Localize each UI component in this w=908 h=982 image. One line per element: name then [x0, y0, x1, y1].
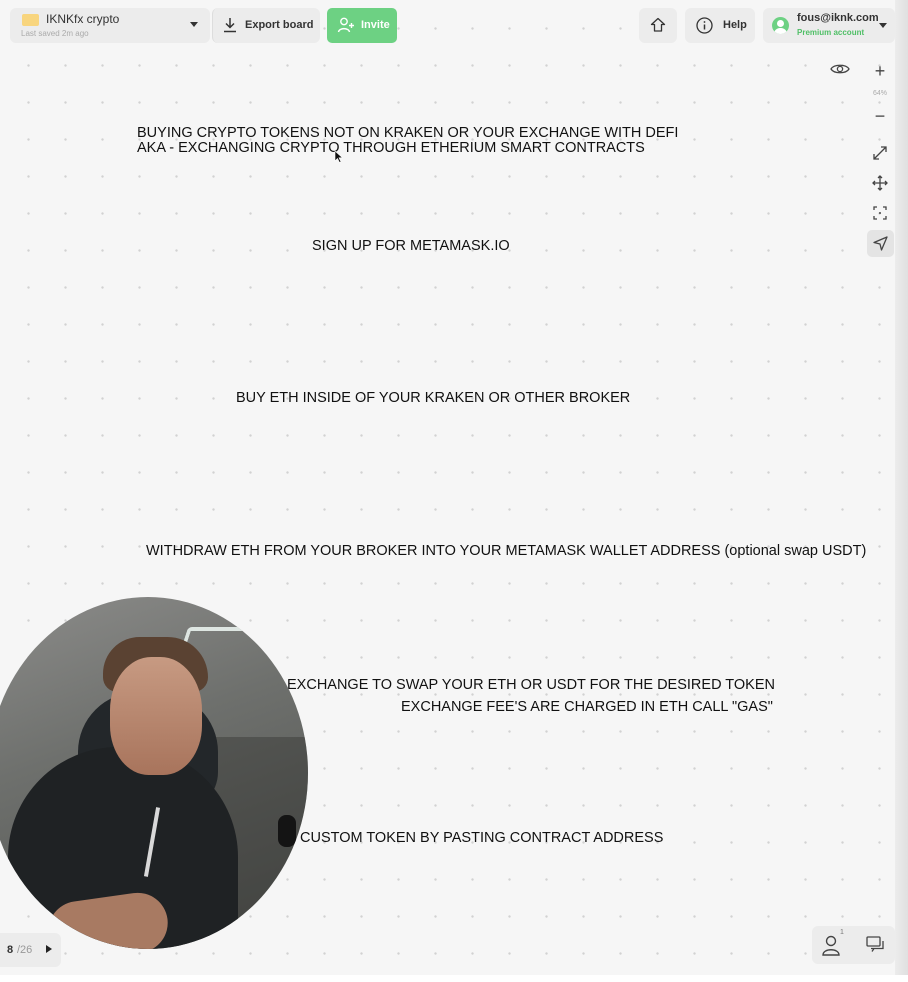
collaborator-count: 1: [840, 929, 844, 936]
export-board-button[interactable]: Export board: [212, 8, 320, 43]
chevron-down-icon[interactable]: [190, 22, 198, 27]
page-navigator[interactable]: 8 /26: [0, 933, 61, 967]
download-icon: [224, 18, 236, 33]
board-note[interactable]: BUY ETH INSIDE OF YOUR KRAKEN OR OTHER B…: [236, 391, 630, 406]
page-total: /26: [17, 944, 33, 956]
eye-icon[interactable]: [828, 57, 852, 81]
board-note-title[interactable]: BUYING CRYPTO TOKENS NOT ON KRAKEN OR YO…: [137, 126, 678, 156]
note-text: AKA - EXCHANGING CRYPTO THROUGH ETHERIUM…: [137, 140, 645, 156]
invite-button[interactable]: Invite: [327, 8, 397, 43]
avatar-icon: [772, 17, 789, 34]
invite-label: Invite: [361, 19, 390, 31]
account-menu[interactable]: fous@iknk.com Premium account: [763, 8, 895, 43]
board-name: IKNKfx crypto: [46, 12, 120, 26]
note-text: BUYING CRYPTO TOKENS NOT ON KRAKEN OR YO…: [137, 125, 679, 141]
mouse-cursor-icon: [334, 150, 343, 163]
export-board-label: Export board: [245, 19, 314, 31]
board-note[interactable]: SIGN UP FOR METAMASK.IO: [312, 239, 510, 254]
window-edge: [895, 0, 908, 975]
zoom-level: 64%: [872, 90, 887, 97]
board-note[interactable]: EXCHANGE FEE'S ARE CHARGED IN ETH CALL "…: [401, 700, 773, 715]
home-button[interactable]: [639, 8, 677, 43]
chevron-down-icon[interactable]: [879, 23, 887, 28]
play-icon[interactable]: [46, 945, 52, 953]
chat-icon[interactable]: [866, 936, 885, 953]
help-button[interactable]: Help: [685, 8, 755, 43]
board-note[interactable]: EXCHANGE TO SWAP YOUR ETH OR USDT FOR TH…: [287, 678, 775, 693]
move-icon[interactable]: [868, 171, 892, 195]
home-icon: [650, 17, 666, 32]
zoom-in-button[interactable]: +: [868, 59, 892, 83]
expand-icon[interactable]: [868, 141, 892, 165]
board-selector[interactable]: IKNKfx crypto Last saved 2m ago: [10, 8, 210, 43]
info-icon: [696, 17, 713, 34]
page-current: 8: [7, 944, 14, 956]
folder-icon: [22, 14, 39, 26]
board-note[interactable]: CUSTOM TOKEN BY PASTING CONTRACT ADDRESS: [300, 831, 663, 846]
zoom-out-button[interactable]: −: [868, 104, 892, 128]
window-bottom-edge: [0, 975, 908, 982]
board-note[interactable]: WITHDRAW ETH FROM YOUR BROKER INTO YOUR …: [146, 544, 866, 559]
user-icon[interactable]: [820, 933, 842, 957]
help-label: Help: [723, 19, 747, 31]
focus-icon[interactable]: [868, 201, 892, 225]
last-saved-text: Last saved 2m ago: [21, 29, 89, 38]
account-plan: Premium account: [797, 28, 865, 37]
presenter-video: [0, 597, 308, 949]
collaboration-panel[interactable]: 1: [812, 926, 895, 964]
add-user-icon: [337, 17, 354, 33]
navigate-icon[interactable]: [867, 230, 894, 257]
account-email: fous@iknk.com: [797, 12, 879, 24]
